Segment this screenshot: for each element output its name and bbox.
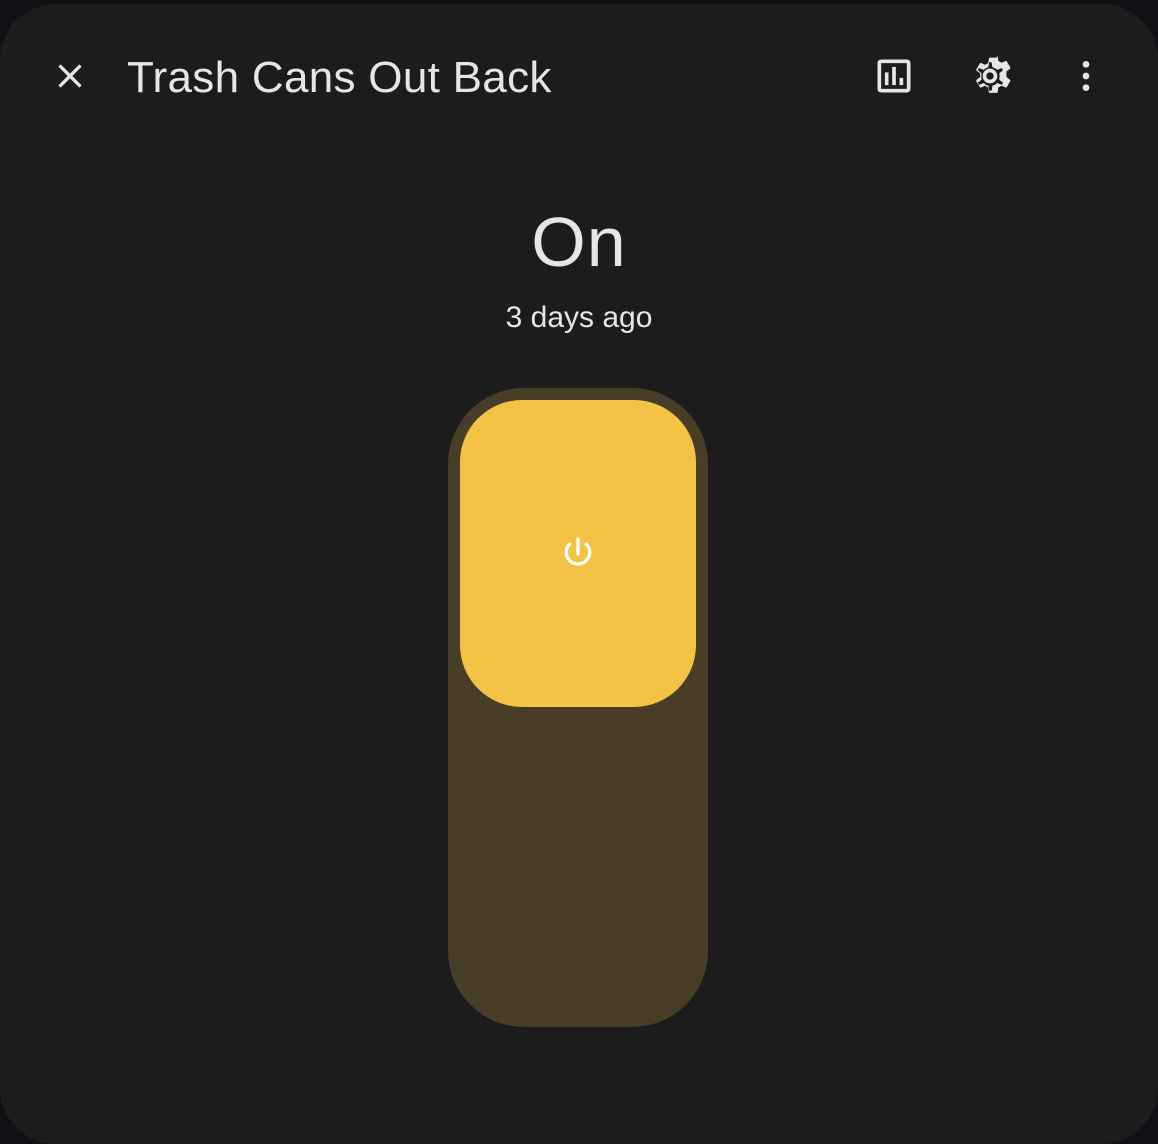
history-button[interactable] — [854, 36, 934, 116]
settings-button[interactable] — [950, 36, 1030, 116]
power-icon — [564, 536, 592, 566]
more-options-button[interactable] — [1046, 36, 1126, 116]
big-toggle-switch[interactable] — [448, 388, 708, 1027]
chart-box-icon — [877, 59, 911, 93]
dialog-title: Trash Cans Out Back — [127, 53, 552, 102]
more-info-dialog: Trash Cans Out Back On 3 days ago — [0, 4, 1158, 1144]
close-icon — [58, 64, 82, 88]
toggle-thumb[interactable] — [460, 400, 696, 707]
gear-icon — [976, 56, 1011, 93]
close-button[interactable] — [30, 36, 110, 116]
dots-vertical-icon — [1082, 61, 1090, 91]
last-changed-text: 3 days ago — [505, 301, 653, 334]
entity-state: On — [531, 203, 627, 281]
